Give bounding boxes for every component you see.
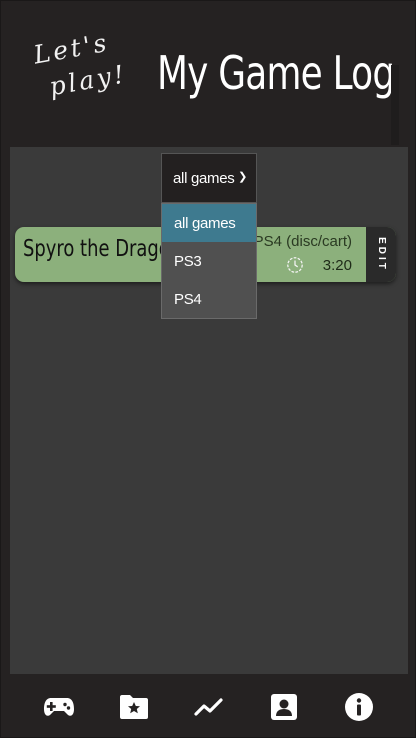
info-icon bbox=[345, 693, 373, 721]
profile-button[interactable] bbox=[267, 690, 301, 724]
platform-filter-value: all games bbox=[173, 169, 235, 187]
filter-option-ps4[interactable]: PS4 bbox=[162, 280, 256, 318]
game-list-panel: Spyro the Dragon PS4 (disc/cart) 3:20 ED… bbox=[10, 147, 408, 674]
add-game-button[interactable] bbox=[42, 690, 76, 724]
chevron-down-icon: ❯ bbox=[238, 171, 247, 183]
tagline: Let's play! bbox=[31, 22, 141, 106]
filter-option-all-games[interactable]: all games bbox=[162, 204, 256, 242]
filter-option-ps3[interactable]: PS3 bbox=[162, 242, 256, 280]
folder-star-icon bbox=[120, 695, 148, 719]
platform-filter-dropdown: all games PS3 PS4 bbox=[161, 203, 257, 319]
scrollbar[interactable] bbox=[391, 65, 399, 145]
profile-icon bbox=[271, 694, 297, 720]
edit-button[interactable]: EDIT bbox=[366, 227, 396, 282]
platform-filter-select[interactable]: all games ❯ bbox=[161, 153, 257, 203]
game-platform: PS4 (disc/cart) bbox=[253, 233, 352, 250]
edit-label: EDIT bbox=[375, 237, 387, 272]
favorites-folder-button[interactable] bbox=[117, 690, 151, 724]
gamepad-plus-icon bbox=[44, 698, 74, 716]
stats-button[interactable] bbox=[192, 690, 226, 724]
app-title: My Game Log bbox=[157, 46, 395, 100]
trend-line-icon bbox=[194, 698, 223, 716]
game-play-time: 3:20 bbox=[322, 257, 352, 274]
header: Let's play! My Game Log bbox=[1, 1, 416, 147]
bottom-nav bbox=[1, 674, 416, 738]
app-window: Let's play! My Game Log Spyro the Dragon… bbox=[0, 0, 416, 738]
info-button[interactable] bbox=[342, 690, 376, 724]
clock-icon bbox=[287, 257, 303, 273]
